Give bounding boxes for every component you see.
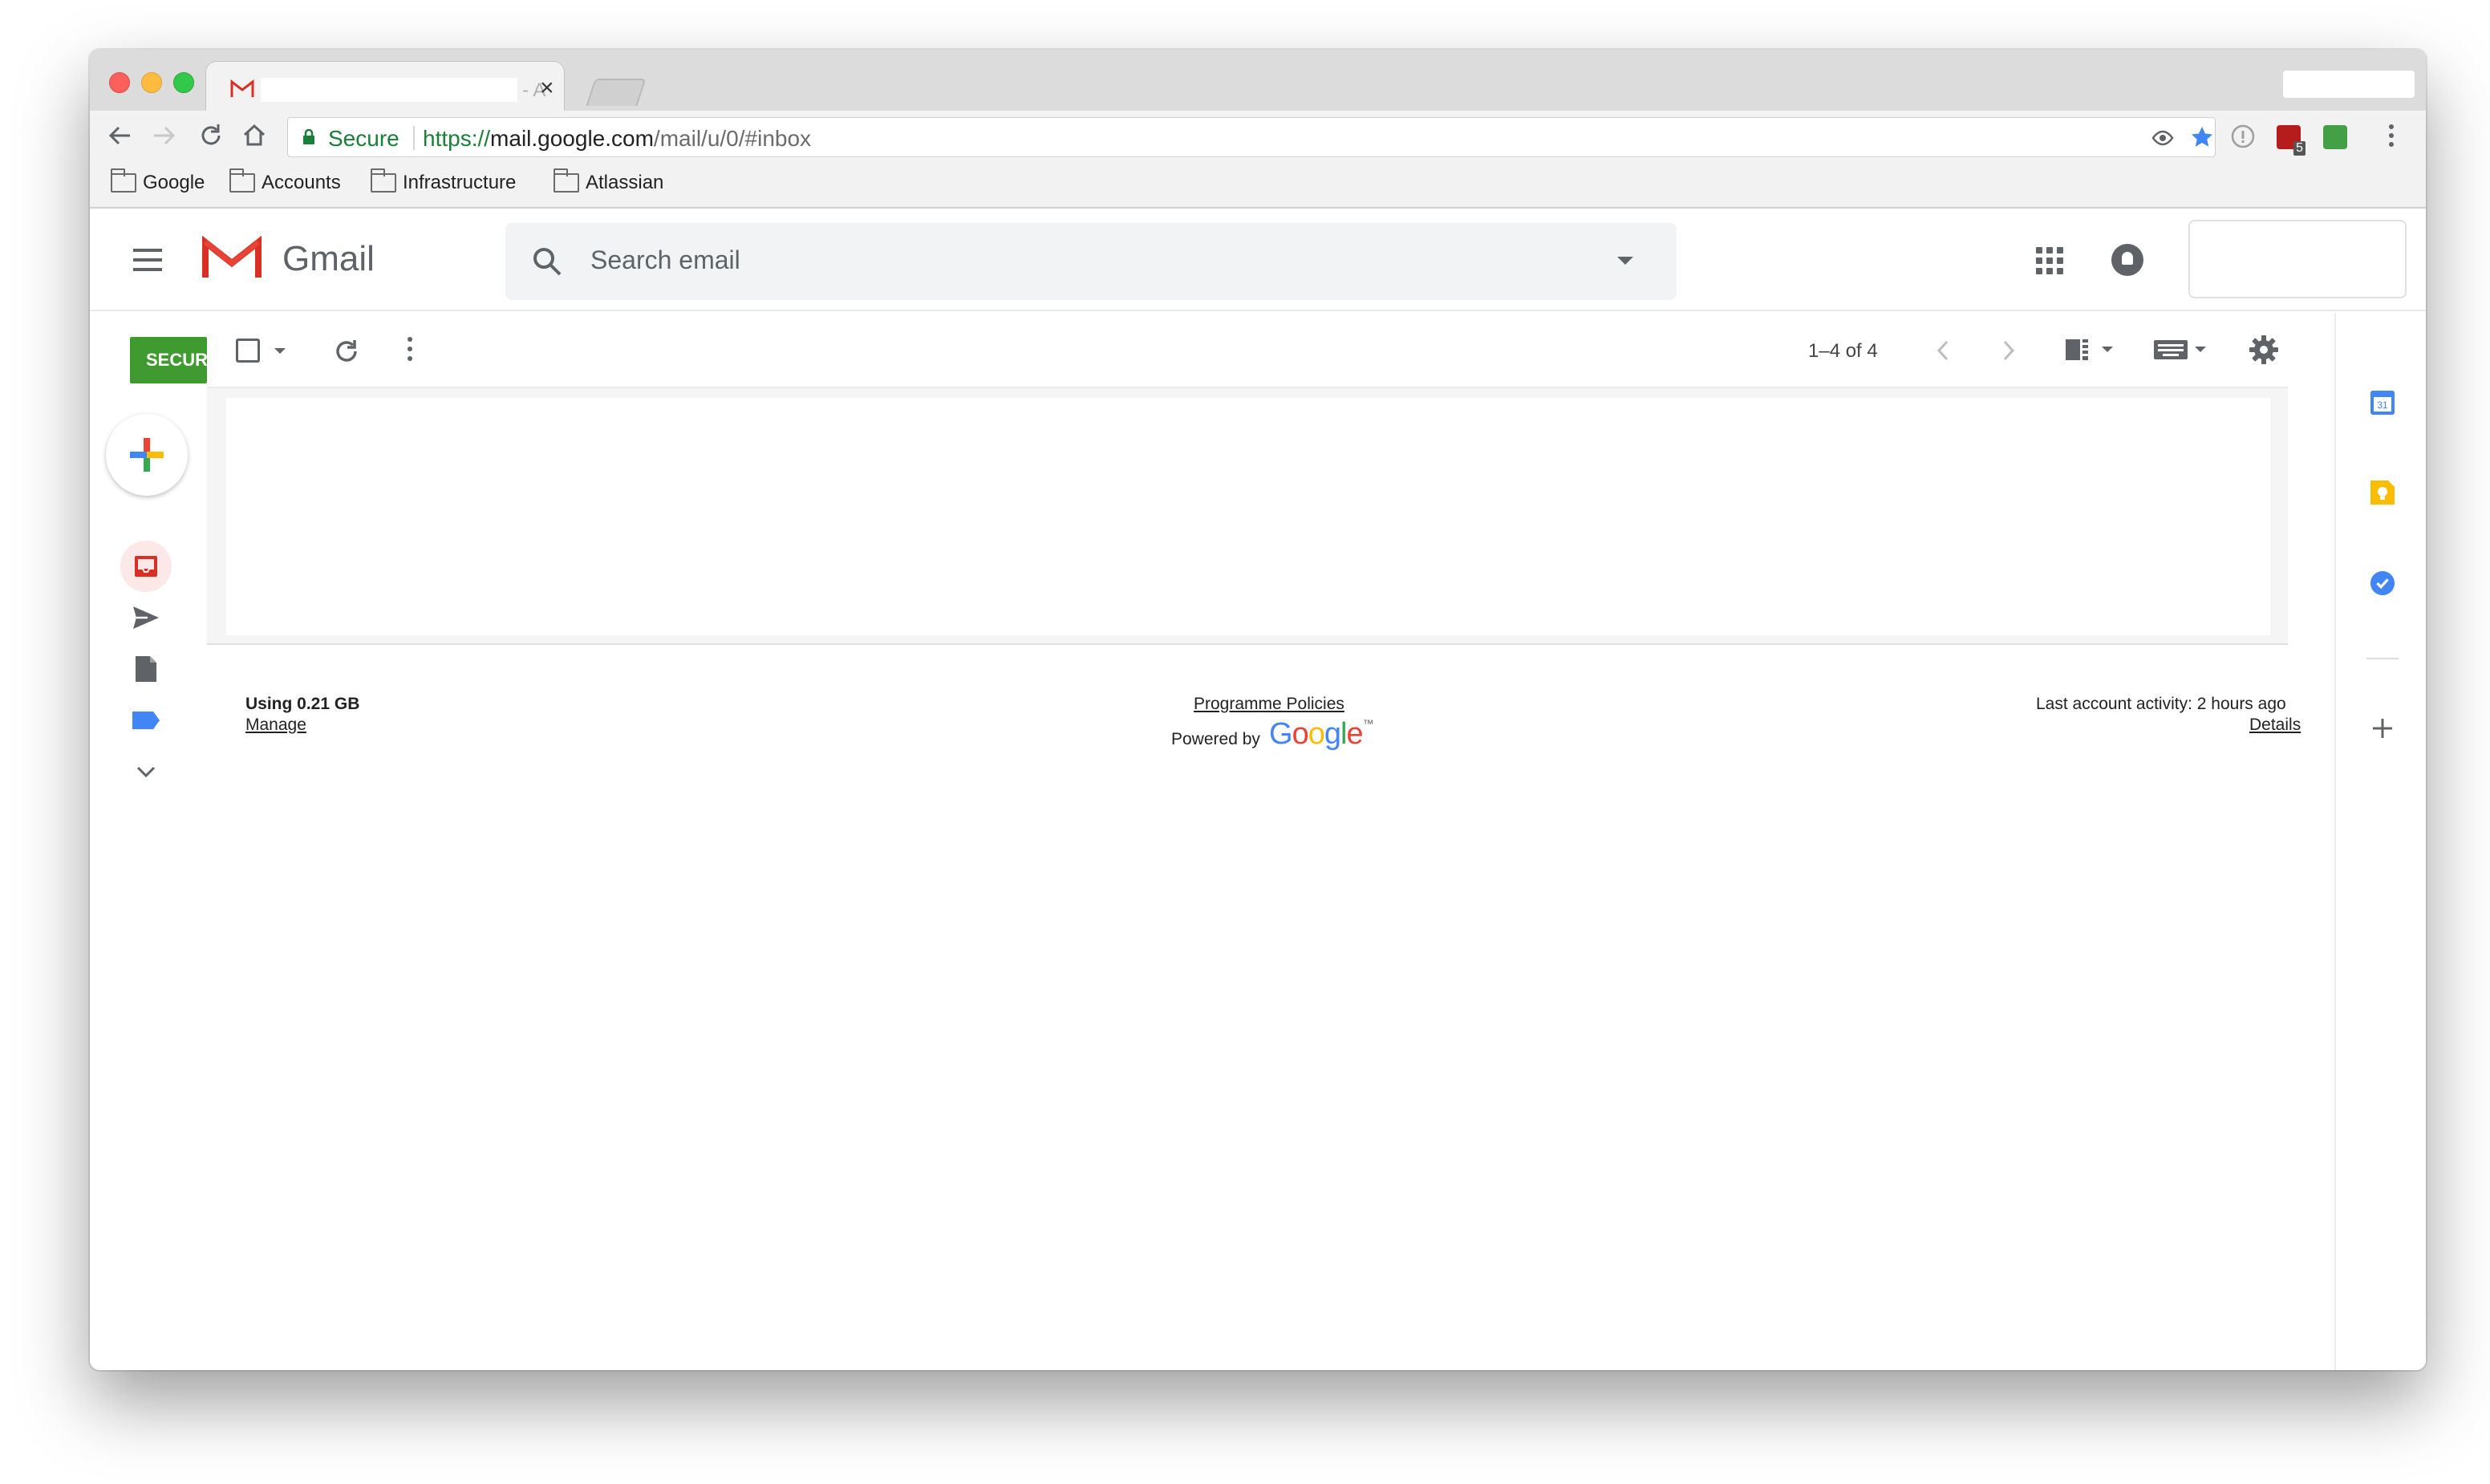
browser-toolbar: Secure https://mail.google.com/mail/u/0/… xyxy=(90,111,2426,162)
add-addon-plus-icon[interactable] xyxy=(2370,716,2395,741)
hidden-eye-icon[interactable] xyxy=(2151,126,2175,150)
bookmark-label: Infrastructure xyxy=(403,172,517,193)
bookmark-infrastructure[interactable]: Infrastructure xyxy=(371,168,517,194)
sidebar-item-sent[interactable] xyxy=(119,595,173,640)
refresh-icon[interactable] xyxy=(331,335,363,367)
bookmark-label: Atlassian xyxy=(586,172,664,193)
extension-badge-count: 5 xyxy=(2293,141,2305,156)
bell-icon[interactable] xyxy=(2111,244,2143,276)
search-icon[interactable] xyxy=(529,244,565,279)
message-list xyxy=(207,387,2288,645)
programme-policies-link[interactable]: Programme Policies xyxy=(1194,695,1344,714)
search-input[interactable]: Search email xyxy=(590,245,740,275)
more-vert-icon xyxy=(408,337,412,342)
powered-by-label: Powered by xyxy=(1171,730,1260,748)
gmail-favicon-icon xyxy=(230,79,254,97)
gear-icon[interactable] xyxy=(2248,334,2280,366)
newer-chevron-right-icon[interactable] xyxy=(2001,339,2017,363)
address-bar[interactable]: Secure https://mail.google.com/mail/u/0/… xyxy=(287,117,2216,157)
new-tab-button[interactable] xyxy=(586,79,647,106)
chevron-down-icon xyxy=(136,766,156,778)
side-panel-divider xyxy=(2366,658,2399,659)
select-caret-icon[interactable] xyxy=(274,348,286,354)
green-extension-icon[interactable] xyxy=(2323,125,2347,149)
folder-icon xyxy=(371,168,396,193)
bookmark-label: Accounts xyxy=(262,172,341,193)
tasks-check-icon[interactable] xyxy=(2370,570,2395,597)
sidebar-item-label[interactable] xyxy=(119,698,173,743)
tab-close-button[interactable]: × xyxy=(540,75,554,102)
folder-icon xyxy=(229,168,255,193)
storage-usage: Using 0.21 GB xyxy=(245,695,360,713)
gmail-logo-icon[interactable] xyxy=(202,236,262,281)
bookmarks-bar: Google Accounts Infrastructure Atlassian xyxy=(90,162,2426,209)
keyboard-icon[interactable] xyxy=(2153,339,2188,361)
home-icon[interactable] xyxy=(241,122,268,149)
search-options-caret-icon[interactable] xyxy=(1617,257,1633,265)
split-pane-icon[interactable] xyxy=(2065,339,2089,361)
lock-icon xyxy=(303,129,314,144)
bookmark-accounts[interactable]: Accounts xyxy=(229,168,341,194)
folder-icon xyxy=(111,168,136,193)
profile-button[interactable] xyxy=(2283,71,2415,98)
select-all-checkbox[interactable] xyxy=(236,339,260,363)
compose-button[interactable] xyxy=(106,414,188,496)
input-tools-caret-icon[interactable] xyxy=(2195,347,2206,352)
sidebar-item-drafts[interactable] xyxy=(119,647,173,691)
bookmark-star-icon[interactable] xyxy=(2189,124,2215,150)
gmail-wordmark: Gmail xyxy=(282,239,375,278)
account-switcher[interactable] xyxy=(2188,220,2407,298)
ublock-extension-icon[interactable]: 5 xyxy=(2277,125,2305,156)
bookmark-google[interactable]: Google xyxy=(111,168,205,194)
search-bar[interactable]: Search email xyxy=(505,223,1677,300)
draft-document-icon xyxy=(136,656,156,682)
inbox-icon xyxy=(135,556,157,577)
message-list-rows[interactable] xyxy=(226,398,2270,635)
close-window-button[interactable] xyxy=(109,72,130,93)
older-chevron-left-icon[interactable] xyxy=(1935,339,1951,363)
folder-icon xyxy=(554,168,579,193)
bookmark-label: Google xyxy=(143,172,205,193)
keep-bulb-icon[interactable] xyxy=(2370,478,2395,505)
gmail-header: Gmail Search email xyxy=(90,209,2426,311)
more-actions-button[interactable] xyxy=(408,337,414,364)
reload-icon[interactable] xyxy=(197,122,225,149)
info-extension-icon[interactable] xyxy=(2230,124,2256,149)
manage-storage-link[interactable]: Manage xyxy=(245,716,306,735)
send-icon xyxy=(133,606,159,629)
omnibox-separator xyxy=(413,126,415,150)
zoom-window-button[interactable] xyxy=(173,72,194,93)
google-wordmark: Google™ xyxy=(1269,717,1374,751)
minimize-window-button[interactable] xyxy=(141,72,162,93)
bookmark-atlassian[interactable]: Atlassian xyxy=(554,168,664,194)
sidebar-item-inbox[interactable] xyxy=(120,541,172,592)
secure-badge[interactable]: SECURE xyxy=(130,337,207,383)
forward-arrow-icon[interactable] xyxy=(151,122,178,149)
back-arrow-icon[interactable] xyxy=(106,122,133,149)
secure-label: Secure xyxy=(328,126,399,151)
browser-tab-gmail[interactable]: - A × xyxy=(205,61,565,112)
pagination-count: 1–4 of 4 xyxy=(1808,340,1878,362)
split-pane-caret-icon[interactable] xyxy=(2102,347,2113,352)
apps-grid-icon[interactable] xyxy=(2036,247,2063,274)
side-panel: 31 xyxy=(2334,313,2426,1370)
svg-text:31: 31 xyxy=(2377,399,2388,411)
last-account-activity: Last account activity: 2 hours ago xyxy=(2036,695,2286,713)
tab-title-redacted xyxy=(261,78,517,102)
browser-menu-icon[interactable] xyxy=(2387,122,2395,149)
tab-strip: - A × xyxy=(90,50,2426,112)
sidebar-expand-more[interactable] xyxy=(119,749,173,794)
browser-window: - A × Secure https://mail.google.com/mai… xyxy=(90,50,2426,1370)
url-text: https://mail.google.com/mail/u/0/#inbox xyxy=(423,126,812,151)
main-menu-button[interactable] xyxy=(133,249,162,271)
label-tag-icon xyxy=(132,712,160,729)
hamburger-icon xyxy=(133,249,162,252)
activity-details-link[interactable]: Details xyxy=(2249,716,2301,735)
calendar-icon[interactable]: 31 xyxy=(2370,388,2395,416)
